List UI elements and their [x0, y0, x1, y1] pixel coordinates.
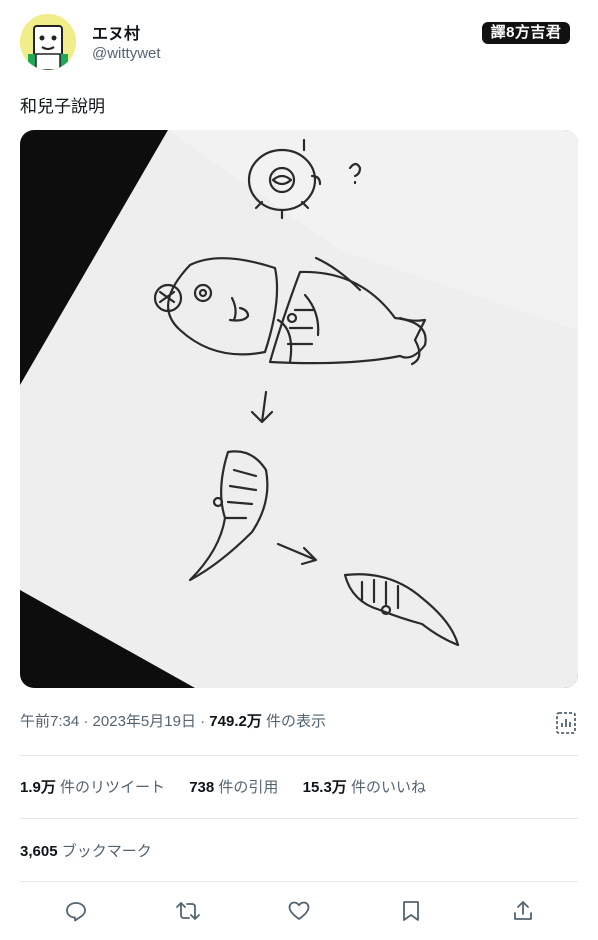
views-count: 749.2万 — [209, 713, 262, 730]
quotes-count: 738 — [189, 779, 215, 796]
meta-separator: · — [200, 713, 210, 730]
retweet-icon — [176, 902, 200, 920]
likes-stat[interactable]: 15.3万 件のいいね — [303, 779, 426, 796]
view-stats-icon[interactable] — [556, 712, 576, 734]
retweets-stat[interactable]: 1.9万 件のリツイート — [20, 779, 169, 796]
heart-icon — [288, 901, 310, 920]
likes-count: 15.3万 — [302, 779, 347, 796]
tweet-time[interactable]: 午前7:34 — [20, 713, 79, 730]
divider — [20, 881, 578, 882]
reply-button[interactable] — [60, 895, 92, 927]
quotes-label: 件の引用 — [218, 779, 279, 796]
views-label: 件の表示 — [266, 713, 327, 730]
likes-label: 件のいいね — [350, 779, 426, 796]
share-icon — [514, 901, 532, 920]
retweet-button[interactable] — [172, 895, 204, 927]
tweet-text: 和兒子說明 — [20, 97, 105, 116]
meta-separator: · — [83, 713, 93, 730]
tweet-date[interactable]: 2023年5月19日 — [93, 713, 196, 730]
reply-icon — [66, 902, 86, 922]
divider — [20, 755, 578, 756]
tweet-meta: 午前7:34 · 2023年5月19日 · 749.2万 件の表示 — [20, 710, 326, 731]
like-button[interactable] — [283, 895, 315, 927]
author-display-name[interactable]: エヌ村 — [92, 20, 140, 44]
retweets-label: 件のリツイート — [60, 779, 166, 796]
tweet-stats: 1.9万 件のリツイート 738 件の引用 15.3万 件のいいね — [20, 776, 446, 797]
tweet-photo[interactable] — [20, 130, 578, 688]
divider — [20, 818, 578, 819]
share-button[interactable] — [507, 895, 539, 927]
author-handle[interactable]: @wittywet — [92, 45, 161, 62]
bookmarks-stat[interactable]: 3,605 ブックマーク — [20, 840, 152, 861]
watermark-logo: 譯8方吉君 — [482, 22, 570, 44]
action-bar — [20, 895, 578, 927]
bookmarks-label: ブックマーク — [61, 843, 152, 860]
retweets-count: 1.9万 — [20, 779, 56, 796]
bookmark-icon — [403, 901, 419, 921]
bookmarks-count: 3,605 — [20, 843, 58, 860]
quotes-stat[interactable]: 738 件の引用 — [189, 779, 282, 796]
avatar[interactable] — [20, 14, 76, 70]
bookmark-button[interactable] — [395, 895, 427, 927]
